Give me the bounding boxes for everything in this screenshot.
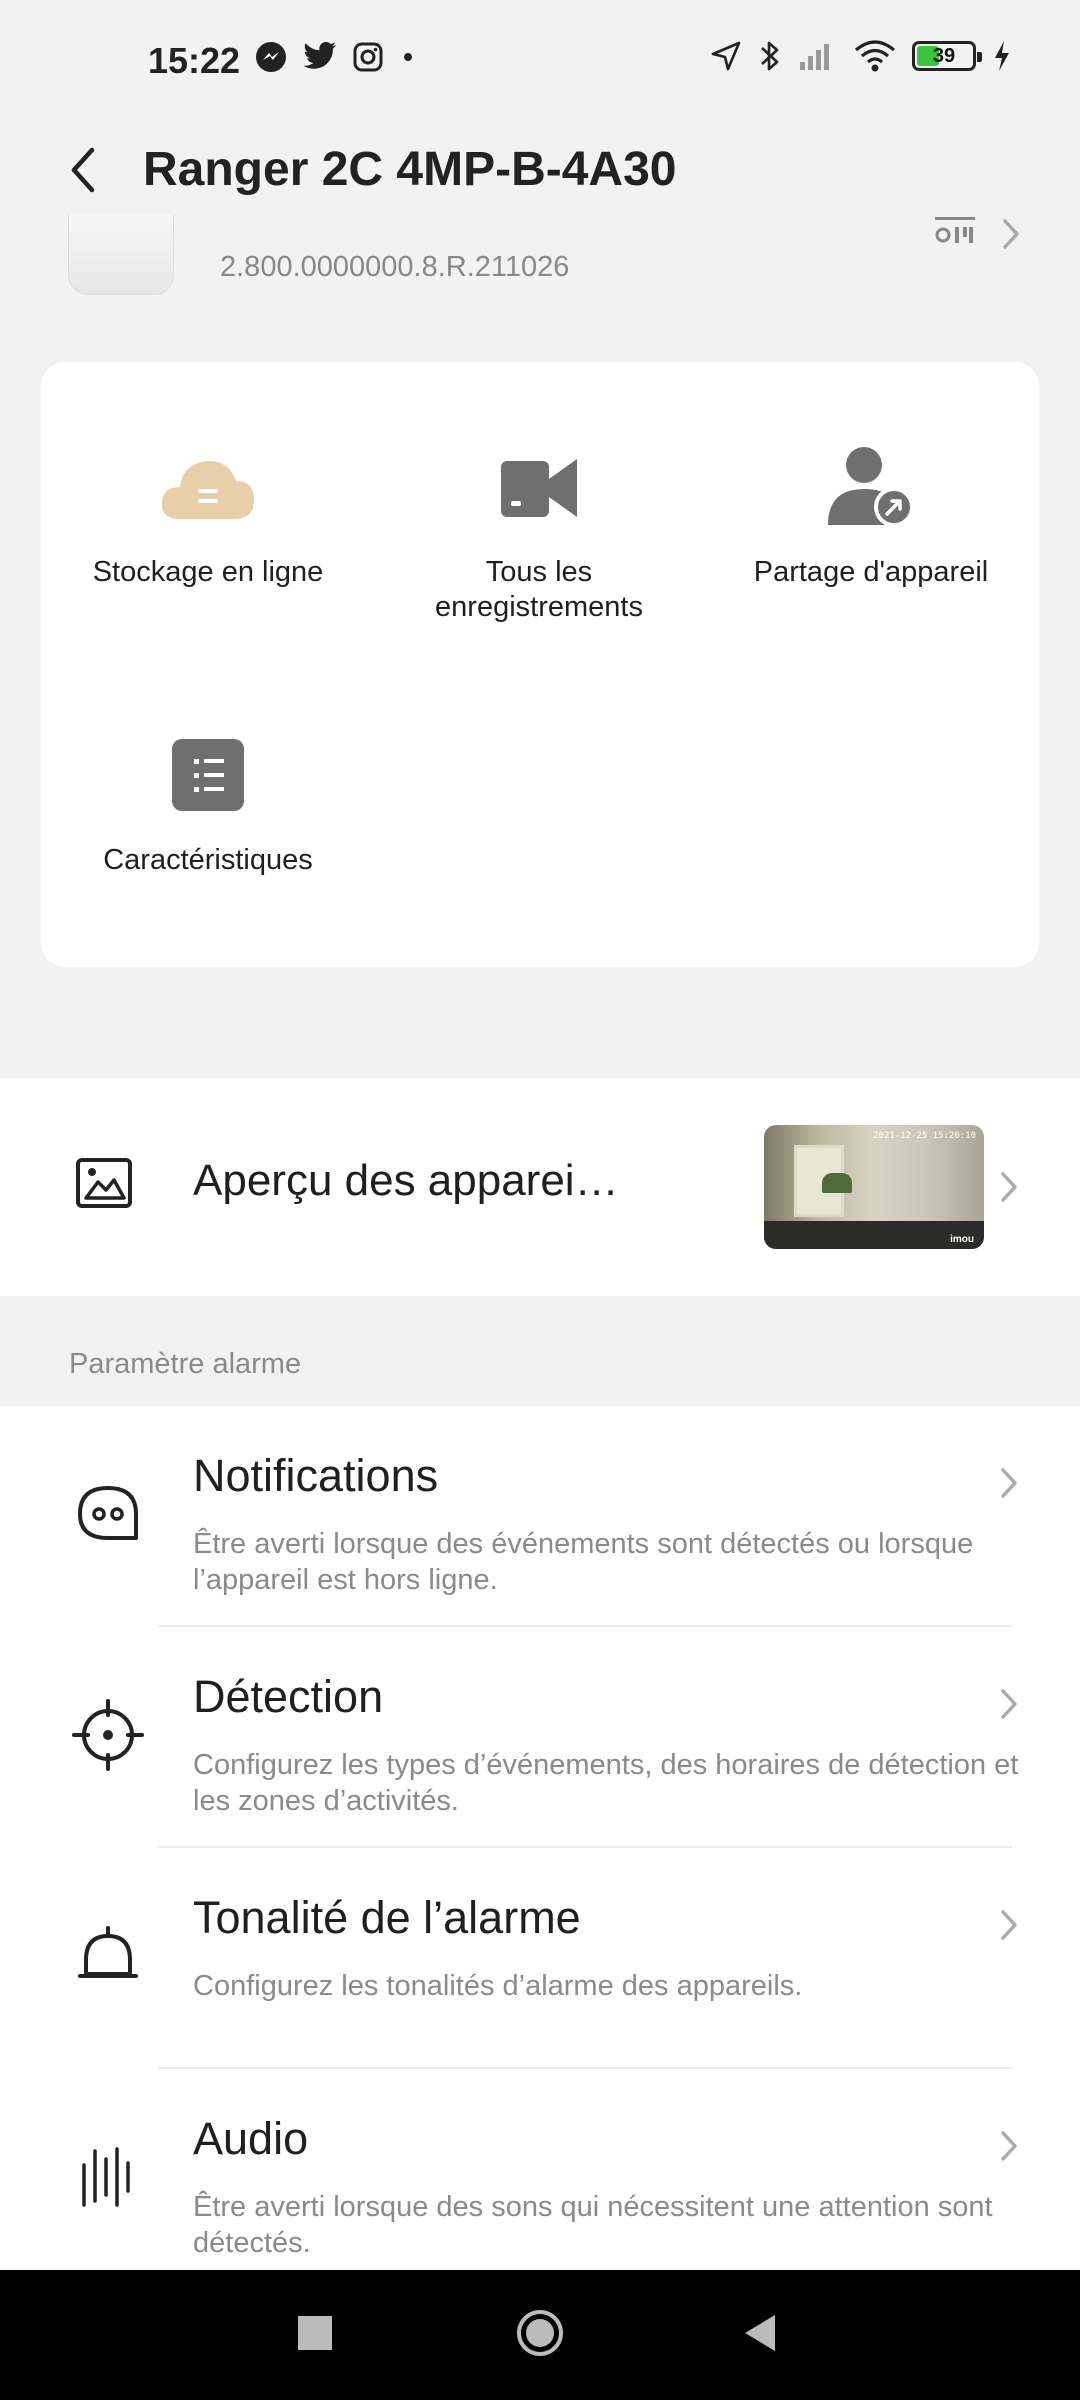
- chevron-right-icon: [1001, 1689, 1017, 1719]
- feature-all-recordings[interactable]: Tous les enregistrements: [389, 427, 689, 625]
- device-preview-row[interactable]: Aperçu des apparei… 2021-12-25 15:20:10 …: [0, 1078, 1080, 1296]
- home-button[interactable]: [515, 2308, 565, 2358]
- chevron-right-icon: [1003, 219, 1019, 249]
- location-icon: [711, 41, 741, 71]
- status-bar: 15:22 39: [0, 0, 1080, 120]
- wifi-icon: [854, 40, 896, 72]
- setting-alarm-tone[interactable]: Tonalité de l’alarme Configurez les tona…: [0, 1848, 1080, 2069]
- qr-code-icon: [935, 217, 975, 243]
- chevron-right-icon: [1001, 1468, 1017, 1498]
- camera-snapshot-thumbnail[interactable]: 2021-12-25 15:20:10 imou: [764, 1125, 984, 1249]
- back-button[interactable]: [58, 130, 108, 210]
- chevron-left-icon: [71, 147, 95, 193]
- crosshair-icon: [72, 1699, 144, 1771]
- setting-title: Audio: [193, 2113, 309, 2164]
- feature-device-sharing[interactable]: Partage d'appareil: [721, 427, 1021, 590]
- recent-apps-button[interactable]: [298, 2316, 332, 2350]
- system-navigation-bar: [0, 2270, 1080, 2400]
- features-list-icon: [172, 739, 244, 811]
- chevron-right-icon: [1001, 1172, 1017, 1202]
- cloud-storage-icon: [161, 460, 254, 519]
- status-time: 15:22: [148, 40, 241, 81]
- sound-wave-icon: [82, 2147, 130, 2207]
- app-header: Ranger 2C 4MP-B-4A30: [0, 120, 1080, 230]
- signal-icon: [800, 44, 829, 70]
- chevron-right-icon: [1001, 2131, 1017, 2161]
- feature-label: Caractéristiques: [103, 844, 313, 876]
- setting-description: Être averti lorsque des événements sont …: [193, 1528, 974, 1596]
- charging-icon: [995, 41, 1009, 71]
- system-back-button[interactable]: [742, 2312, 778, 2354]
- twitter-icon: [303, 42, 336, 69]
- setting-description: Être averti lorsque des sons qui nécessi…: [193, 2191, 993, 2259]
- bluetooth-icon: [761, 41, 779, 71]
- system-icons: 39: [710, 38, 1012, 74]
- feature-label: Stockage en ligne: [92, 556, 324, 588]
- setting-audio[interactable]: Audio Être averti lorsque des sons qui n…: [0, 2069, 1080, 2270]
- feature-characteristics[interactable]: Caractéristiques: [58, 715, 358, 878]
- device-firmware-version: 2.800.0000000.8.R.211026: [220, 251, 570, 283]
- setting-notifications[interactable]: Notifications Être averti lorsque des év…: [0, 1406, 1080, 1627]
- alarm-settings-list: Notifications Être averti lorsque des év…: [0, 1406, 1080, 2270]
- setting-detection[interactable]: Détection Configurez les types d’événeme…: [0, 1627, 1080, 1848]
- snapshot-logo: imou: [950, 1234, 974, 1245]
- image-icon: [76, 1158, 132, 1208]
- device-info-row[interactable]: 2.800.0000000.8.R.211026: [0, 215, 1080, 305]
- preview-label: Aperçu des apparei…: [193, 1156, 619, 1205]
- messenger-icon: [256, 42, 286, 72]
- notification-icons: [254, 40, 418, 74]
- share-user-icon: [828, 447, 914, 527]
- feature-label: Partage d'appareil: [753, 556, 989, 588]
- battery-icon: 39: [912, 41, 982, 71]
- feature-card: Stockage en ligne Tous les enregistremen…: [41, 362, 1039, 967]
- chevron-right-icon: [1001, 1910, 1017, 1940]
- feature-label: Tous les enregistrements: [435, 556, 643, 623]
- page-title: Ranger 2C 4MP-B-4A30: [143, 143, 677, 196]
- instagram-icon: [353, 42, 383, 72]
- setting-title: Détection: [193, 1671, 384, 1722]
- setting-description: Configurez les tonalités d’alarme des ap…: [193, 1970, 803, 2002]
- video-camera-icon: [501, 459, 577, 517]
- bell-icon: [78, 1926, 138, 1978]
- feature-cloud-storage[interactable]: Stockage en ligne: [58, 427, 358, 590]
- setting-title: Tonalité de l’alarme: [193, 1892, 581, 1943]
- device-image: [68, 215, 174, 295]
- snapshot-timestamp: 2021-12-25 15:20:10: [873, 1131, 976, 1141]
- setting-title: Notifications: [193, 1450, 439, 1501]
- alarm-settings-section-title: Paramètre alarme: [69, 1348, 302, 1380]
- notification-bubble-icon: [78, 1486, 138, 1540]
- dot-icon: [404, 53, 412, 61]
- setting-description: Configurez les types d’événements, des h…: [193, 1749, 1019, 1817]
- battery-level: 39: [932, 44, 956, 67]
